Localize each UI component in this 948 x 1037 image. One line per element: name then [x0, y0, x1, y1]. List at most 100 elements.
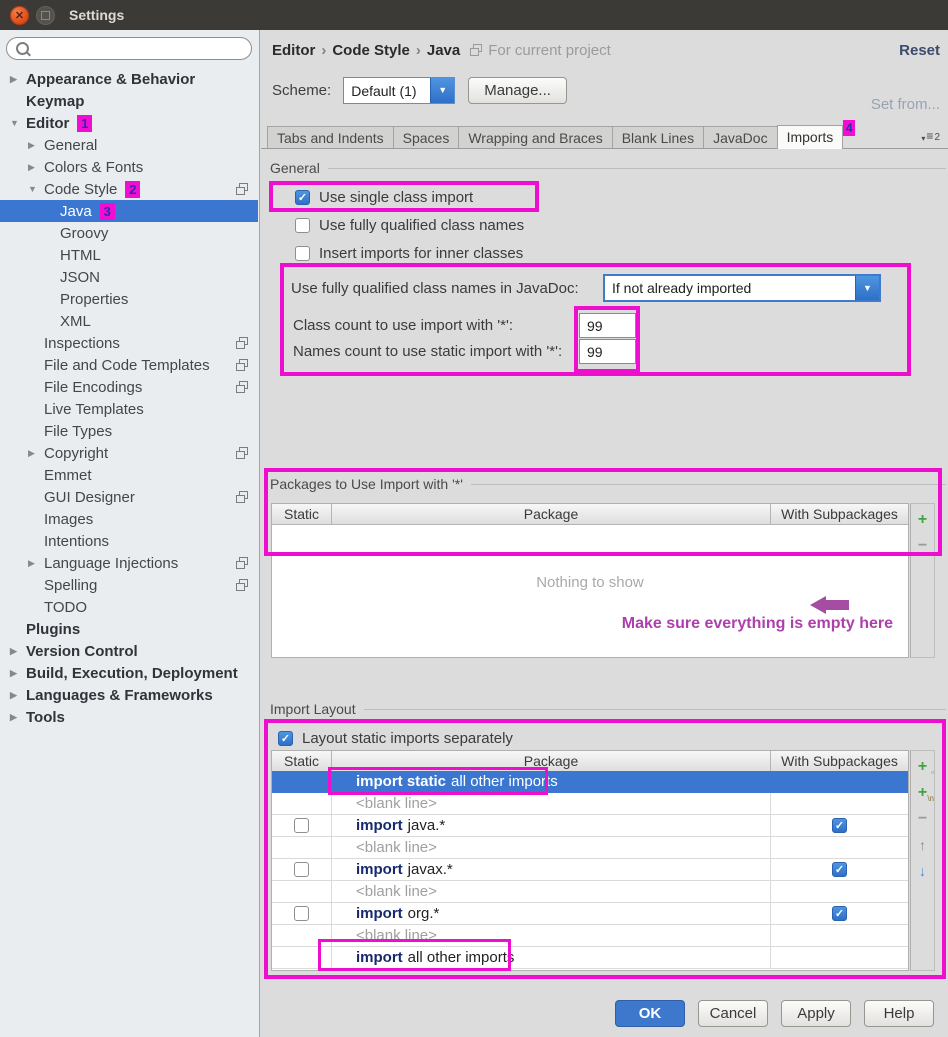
class-count-field[interactable]: 99 [579, 313, 636, 338]
checkbox-unchecked[interactable] [294, 906, 309, 921]
right-arrow-icon[interactable]: ▶ [28, 140, 44, 151]
sidebar-item-colors-fonts[interactable]: ▶Colors & Fonts [0, 156, 258, 178]
sidebar-item-file-encodings[interactable]: File Encodings [0, 376, 258, 398]
close-button[interactable]: ✕ [10, 6, 29, 25]
checkbox-checked[interactable] [832, 818, 847, 833]
import-row-import-java[interactable]: importjava.* [272, 815, 908, 837]
column-header-package[interactable]: Package [331, 751, 770, 771]
sidebar-item-todo[interactable]: TODO [0, 596, 258, 618]
ok-button[interactable]: OK [615, 1000, 685, 1027]
tab-spaces[interactable]: Spaces [393, 126, 460, 148]
breadcrumb-item[interactable]: Java [427, 42, 460, 59]
breadcrumb-item[interactable]: Editor [272, 42, 315, 59]
sidebar-item-editor[interactable]: ▼Editor1 [0, 112, 258, 134]
import-row-blank-line[interactable]: <blank line> [272, 837, 908, 859]
tab-tabs-and-indents[interactable]: Tabs and Indents [267, 126, 394, 148]
column-header-with-subpackages[interactable]: With Subpackages [770, 504, 908, 524]
sidebar-item-build-execution-deployment[interactable]: ▶Build, Execution, Deployment [0, 662, 258, 684]
breadcrumb-item[interactable]: Code Style [332, 42, 410, 59]
right-arrow-icon[interactable]: ▶ [10, 690, 26, 701]
down-arrow-icon[interactable]: ▼ [10, 118, 26, 128]
right-arrow-icon[interactable]: ▶ [10, 646, 26, 657]
remove-button[interactable]: − [913, 808, 932, 829]
checkbox-checked[interactable] [278, 731, 293, 746]
move-up-button[interactable]: ↑ [913, 834, 932, 855]
checkbox-unchecked[interactable] [294, 862, 309, 877]
checkbox-row-use-fully-qualified-class-names[interactable]: Use fully qualified class names [295, 215, 524, 235]
checkbox-unchecked[interactable] [295, 218, 310, 233]
right-arrow-icon[interactable]: ▶ [10, 668, 26, 679]
set-from-link[interactable]: Set from... [871, 96, 940, 113]
sidebar-item-images[interactable]: Images [0, 508, 258, 530]
sidebar-item-groovy[interactable]: Groovy [0, 222, 258, 244]
names-count-field[interactable]: 99 [579, 339, 636, 364]
checkbox-checked[interactable] [832, 906, 847, 921]
sidebar-item-spelling[interactable]: Spelling [0, 574, 258, 596]
import-row-import-javax[interactable]: importjavax.* [272, 859, 908, 881]
remove-button[interactable]: − [913, 535, 932, 556]
apply-button[interactable]: Apply [781, 1000, 851, 1027]
column-header-with-subpackages[interactable]: With Subpackages [770, 751, 908, 771]
column-header-static[interactable]: Static [272, 751, 331, 771]
move-down-button[interactable]: ↓ [913, 860, 932, 881]
add-blank-line-button[interactable]: +\n [913, 782, 932, 803]
column-header-package[interactable]: Package [331, 504, 770, 524]
sidebar-item-version-control[interactable]: ▶Version Control [0, 640, 258, 662]
tab-list-icon[interactable]: ▾ ≡ 2 [921, 129, 940, 143]
tab-javadoc[interactable]: JavaDoc [703, 126, 777, 148]
javadoc-select[interactable]: If not already imported ▼ [603, 274, 881, 302]
checkbox-checked[interactable] [832, 862, 847, 877]
cancel-button[interactable]: Cancel [698, 1000, 768, 1027]
right-arrow-icon[interactable]: ▶ [28, 448, 44, 459]
import-row-blank-line[interactable]: <blank line> [272, 881, 908, 903]
sidebar-item-live-templates[interactable]: Live Templates [0, 398, 258, 420]
search-input[interactable] [6, 37, 252, 60]
column-header-static[interactable]: Static [272, 504, 331, 524]
checkbox-unchecked[interactable] [294, 818, 309, 833]
import-row-blank-line[interactable]: <blank line> [272, 925, 908, 947]
reset-link[interactable]: Reset [899, 42, 940, 59]
sidebar-item-inspections[interactable]: Inspections [0, 332, 258, 354]
import-row-import-org[interactable]: importorg.* [272, 903, 908, 925]
checkbox-unchecked[interactable] [295, 246, 310, 261]
checkbox-row-use-single-class-import[interactable]: Use single class import [295, 187, 473, 207]
tab-imports[interactable]: Imports4 [777, 125, 844, 149]
sidebar-item-appearance-behavior[interactable]: ▶Appearance & Behavior [0, 68, 258, 90]
sidebar-item-code-style[interactable]: ▼Code Style2 [0, 178, 258, 200]
tab-wrapping-and-braces[interactable]: Wrapping and Braces [458, 126, 612, 148]
right-arrow-icon[interactable]: ▶ [10, 74, 26, 85]
sidebar-item-languages-frameworks[interactable]: ▶Languages & Frameworks [0, 684, 258, 706]
sidebar-item-intentions[interactable]: Intentions [0, 530, 258, 552]
add-package-button[interactable]: +▫ [913, 756, 932, 777]
chevron-down-icon[interactable]: ▼ [855, 276, 879, 300]
sidebar-item-plugins[interactable]: Plugins [0, 618, 258, 640]
sidebar-item-general[interactable]: ▶General [0, 134, 258, 156]
sidebar-item-keymap[interactable]: Keymap [0, 90, 258, 112]
scheme-select[interactable]: Default (1) ▼ [343, 77, 455, 104]
import-row-blank-line[interactable]: <blank line> [272, 793, 908, 815]
chevron-down-icon[interactable]: ▼ [430, 78, 454, 103]
sidebar-item-json[interactable]: JSON [0, 266, 258, 288]
checkbox-row-insert-imports-for-inner-classes[interactable]: Insert imports for inner classes [295, 243, 523, 263]
layout-static-separately-checkbox-row[interactable]: Layout static imports separately [278, 728, 513, 748]
sidebar-item-gui-designer[interactable]: GUI Designer [0, 486, 258, 508]
sidebar-item-html[interactable]: HTML [0, 244, 258, 266]
sidebar-item-xml[interactable]: XML [0, 310, 258, 332]
sidebar-item-copyright[interactable]: ▶Copyright [0, 442, 258, 464]
help-button[interactable]: Help [864, 1000, 934, 1027]
manage-button[interactable]: Manage... [468, 77, 567, 104]
add-button[interactable]: + [913, 509, 932, 530]
checkbox-checked[interactable] [295, 190, 310, 205]
right-arrow-icon[interactable]: ▶ [28, 162, 44, 173]
sidebar-item-properties[interactable]: Properties [0, 288, 258, 310]
sidebar-item-tools[interactable]: ▶Tools [0, 706, 258, 728]
import-row-import-static-all-other-imports[interactable]: import staticall other imports [272, 771, 908, 793]
sidebar-item-file-types[interactable]: File Types [0, 420, 258, 442]
sidebar-item-language-injections[interactable]: ▶Language Injections [0, 552, 258, 574]
right-arrow-icon[interactable]: ▶ [28, 558, 44, 569]
import-row-import-all-other-imports[interactable]: importall other imports [272, 947, 908, 969]
down-arrow-icon[interactable]: ▼ [28, 184, 44, 194]
sidebar-item-java[interactable]: Java3 [0, 200, 258, 222]
sidebar-item-emmet[interactable]: Emmet [0, 464, 258, 486]
maximize-button[interactable] [36, 6, 55, 25]
